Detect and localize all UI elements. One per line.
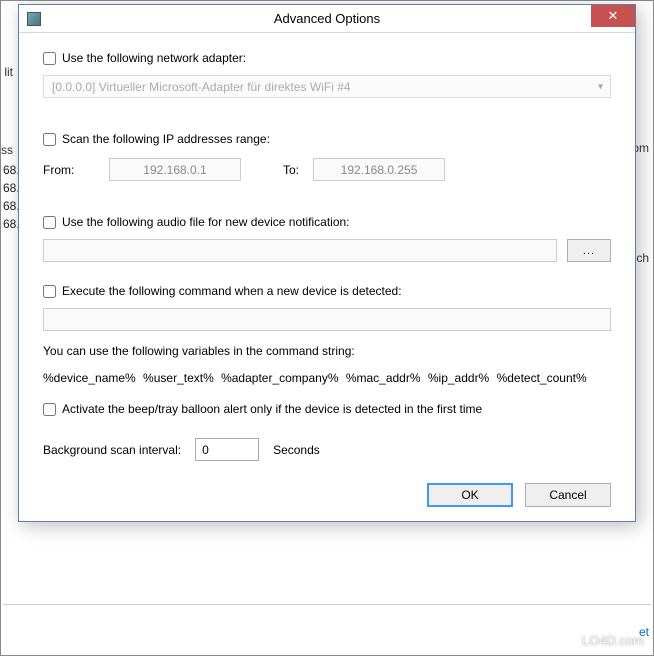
- adapter-select[interactable]: [0.0.0.0] Virtueller Microsoft-Adapter f…: [43, 75, 611, 98]
- command-input[interactable]: [43, 308, 611, 331]
- interval-input[interactable]: [195, 438, 259, 461]
- close-button[interactable]: ✕: [591, 5, 635, 27]
- divider: [3, 604, 651, 605]
- audio-file-option[interactable]: Use the following audio file for new dev…: [43, 215, 611, 229]
- ip-from-label: From:: [43, 163, 95, 177]
- list-item: 68.(: [1, 197, 19, 215]
- first-time-alert-label: Activate the beep/tray balloon alert onl…: [62, 402, 482, 416]
- audio-file-label: Use the following audio file for new dev…: [62, 215, 350, 229]
- bg-text: lit: [1, 65, 13, 79]
- command-variables: %device_name% %user_text% %adapter_compa…: [43, 369, 611, 388]
- advanced-options-dialog: Advanced Options ✕ Use the following net…: [18, 4, 636, 522]
- audio-file-checkbox[interactable]: [43, 216, 56, 229]
- ip-to-label: To:: [283, 163, 299, 177]
- execute-command-checkbox[interactable]: [43, 285, 56, 298]
- use-adapter-checkbox[interactable]: [43, 52, 56, 65]
- execute-command-label: Execute the following command when a new…: [62, 284, 402, 298]
- bg-text: ss: [1, 143, 13, 157]
- scan-ip-range-option[interactable]: Scan the following IP addresses range:: [43, 132, 611, 146]
- use-adapter-option[interactable]: Use the following network adapter:: [43, 51, 611, 65]
- execute-command-option[interactable]: Execute the following command when a new…: [43, 284, 611, 298]
- audio-file-input[interactable]: [43, 239, 557, 262]
- scan-ip-range-label: Scan the following IP addresses range:: [62, 132, 270, 146]
- list-item: 68.(: [1, 161, 19, 179]
- list-item: 68.(: [1, 179, 19, 197]
- list-item: 68.(: [1, 215, 19, 233]
- watermark: LO4D.com: [582, 633, 644, 648]
- interval-label: Background scan interval:: [43, 443, 181, 457]
- bg-list: 68.( 68.( 68.( 68.(: [1, 161, 19, 233]
- cancel-button[interactable]: Cancel: [525, 483, 611, 507]
- ip-to-input[interactable]: [313, 158, 445, 181]
- ok-button[interactable]: OK: [427, 483, 513, 507]
- dialog-content: Use the following network adapter: [0.0.…: [19, 33, 635, 521]
- interval-unit: Seconds: [273, 443, 320, 457]
- first-time-alert-option[interactable]: Activate the beep/tray balloon alert onl…: [43, 402, 611, 416]
- dialog-title: Advanced Options: [19, 11, 635, 26]
- scan-ip-range-checkbox[interactable]: [43, 133, 56, 146]
- use-adapter-label: Use the following network adapter:: [62, 51, 246, 65]
- first-time-alert-checkbox[interactable]: [43, 403, 56, 416]
- browse-audio-button[interactable]: ...: [567, 239, 611, 262]
- ip-from-input[interactable]: [109, 158, 241, 181]
- titlebar[interactable]: Advanced Options ✕: [19, 5, 635, 33]
- command-hint: You can use the following variables in t…: [43, 343, 611, 359]
- app-icon: [27, 12, 41, 26]
